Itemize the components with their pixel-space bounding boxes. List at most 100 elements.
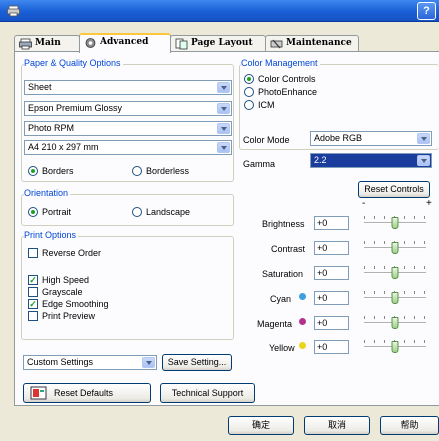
check-icon: ✓: [28, 275, 38, 285]
radio-dot: [132, 207, 142, 217]
check-icon: ✓: [28, 299, 38, 309]
media-type-select[interactable]: Epson Premium Glossy: [24, 101, 232, 116]
media-type-value: Epson Premium Glossy: [28, 103, 123, 113]
icm-radio[interactable]: ICM: [244, 100, 275, 111]
contrast-input[interactable]: +0: [314, 241, 349, 255]
saturation-input[interactable]: +0: [314, 266, 349, 280]
portrait-radio[interactable]: Portrait: [28, 207, 71, 218]
high-speed-checkbox[interactable]: ✓ High Speed: [28, 275, 89, 286]
cyan-color-dot: [299, 293, 306, 300]
print-options-title: Print Options: [24, 230, 79, 240]
help-button[interactable]: 帮助: [380, 416, 439, 435]
tab-advanced[interactable]: Advanced: [79, 33, 171, 53]
radio-dot: [132, 166, 142, 176]
photoenhance-label: PhotoEnhance: [258, 87, 318, 97]
radio-dot: [28, 207, 38, 217]
slider-thumb[interactable]: [391, 317, 399, 329]
color-controls-label: Color Controls: [258, 74, 316, 84]
saturation-slider[interactable]: [364, 266, 426, 280]
paper-size-select[interactable]: A4 210 x 297 mm: [24, 140, 232, 155]
cyan-slider[interactable]: [364, 291, 426, 305]
color-mode-value: Adobe RGB: [314, 133, 363, 143]
checkbox-box: [28, 287, 38, 297]
reverse-order-checkbox[interactable]: Reverse Order: [28, 248, 101, 259]
slider-thumb[interactable]: [391, 292, 399, 304]
help-title-button[interactable]: ?: [417, 2, 436, 20]
color-mode-select[interactable]: Adobe RGB: [310, 131, 432, 146]
print-preview-checkbox[interactable]: Print Preview: [28, 311, 95, 322]
slider-thumb[interactable]: [391, 217, 399, 229]
cyan-input[interactable]: +0: [314, 291, 349, 305]
checkbox-box: [28, 311, 38, 321]
contrast-label: Contrast: [271, 244, 306, 254]
gamma-value: 2.2: [314, 155, 327, 165]
borderless-radio[interactable]: Borderless: [132, 166, 189, 177]
print-quality-select[interactable]: Photo RPM: [24, 121, 232, 136]
magenta-input[interactable]: +0: [314, 316, 349, 330]
magenta-label: Magenta: [257, 319, 293, 329]
brightness-slider[interactable]: [364, 216, 426, 230]
landscape-label: Landscape: [146, 207, 191, 217]
reset-controls-button[interactable]: Reset Controls: [358, 181, 430, 198]
borderless-label: Borderless: [146, 166, 190, 176]
tab-main-label: Main: [35, 38, 61, 48]
printer-icon: [19, 38, 32, 50]
reset-defaults-label: Reset Defaults: [54, 388, 114, 398]
landscape-radio[interactable]: Landscape: [132, 207, 190, 218]
ok-button[interactable]: 确定: [228, 416, 294, 435]
grayscale-checkbox[interactable]: Grayscale: [28, 287, 83, 298]
yellow-input[interactable]: +0: [314, 340, 349, 354]
slider-thumb[interactable]: [391, 341, 399, 353]
cancel-button[interactable]: 取消: [304, 416, 370, 435]
dialog-footer: [0, 406, 439, 441]
yellow-color-dot: [299, 342, 306, 349]
borders-radio[interactable]: Borders: [28, 166, 74, 177]
print-quality-value: Photo RPM: [28, 123, 75, 133]
chevron-down-icon: [217, 82, 230, 93]
chevron-down-icon: [142, 357, 155, 368]
technical-support-button[interactable]: Technical Support: [160, 383, 255, 403]
color-controls-radio[interactable]: Color Controls: [244, 74, 316, 85]
save-setting-button[interactable]: Save Setting...: [162, 354, 232, 371]
tab-main[interactable]: Main: [14, 35, 80, 52]
chevron-down-icon: [217, 123, 230, 134]
custom-settings-select[interactable]: Custom Settings: [23, 355, 157, 370]
tab-maintenance-label: Maintenance: [286, 38, 352, 48]
brightness-input[interactable]: +0: [314, 216, 349, 230]
portrait-label: Portrait: [42, 207, 72, 217]
radio-dot: [244, 87, 254, 97]
paper-source-select[interactable]: Sheet: [24, 80, 232, 95]
paper-size-value: A4 210 x 297 mm: [28, 142, 99, 152]
slider-thumb[interactable]: [391, 267, 399, 279]
radio-dot: [244, 74, 254, 84]
magenta-color-dot: [299, 318, 306, 325]
radio-dot: [244, 100, 254, 110]
paper-source-value: Sheet: [28, 82, 52, 92]
high-speed-label: High Speed: [42, 275, 90, 285]
gear-icon: [85, 38, 96, 48]
icm-label: ICM: [258, 100, 275, 110]
print-preview-label: Print Preview: [42, 311, 96, 321]
radio-dot: [28, 166, 38, 176]
orientation-title: Orientation: [24, 188, 71, 198]
slider-minus-label: -: [362, 198, 366, 209]
edge-smoothing-label: Edge Smoothing: [42, 299, 109, 309]
magenta-slider[interactable]: [364, 316, 426, 330]
slider-thumb[interactable]: [391, 242, 399, 254]
tab-page-layout[interactable]: Page Layout: [170, 35, 266, 52]
gamma-select[interactable]: 2.2: [310, 153, 432, 168]
printer-app-icon: [7, 5, 20, 17]
photoenhance-radio[interactable]: PhotoEnhance: [244, 87, 317, 98]
edge-smoothing-checkbox[interactable]: ✓ Edge Smoothing: [28, 299, 109, 310]
reset-defaults-button[interactable]: Reset Defaults: [23, 383, 151, 403]
grayscale-label: Grayscale: [42, 287, 83, 297]
title-bar: ?: [0, 0, 439, 22]
chevron-down-icon: [217, 103, 230, 114]
maintenance-icon: [270, 39, 283, 49]
contrast-slider[interactable]: [364, 241, 426, 255]
custom-settings-value: Custom Settings: [27, 357, 94, 367]
yellow-slider[interactable]: [364, 340, 426, 354]
chevron-down-icon: [417, 133, 430, 144]
tab-maintenance[interactable]: Maintenance: [265, 35, 359, 52]
paper-quality-title: Paper & Quality Options: [24, 58, 123, 68]
